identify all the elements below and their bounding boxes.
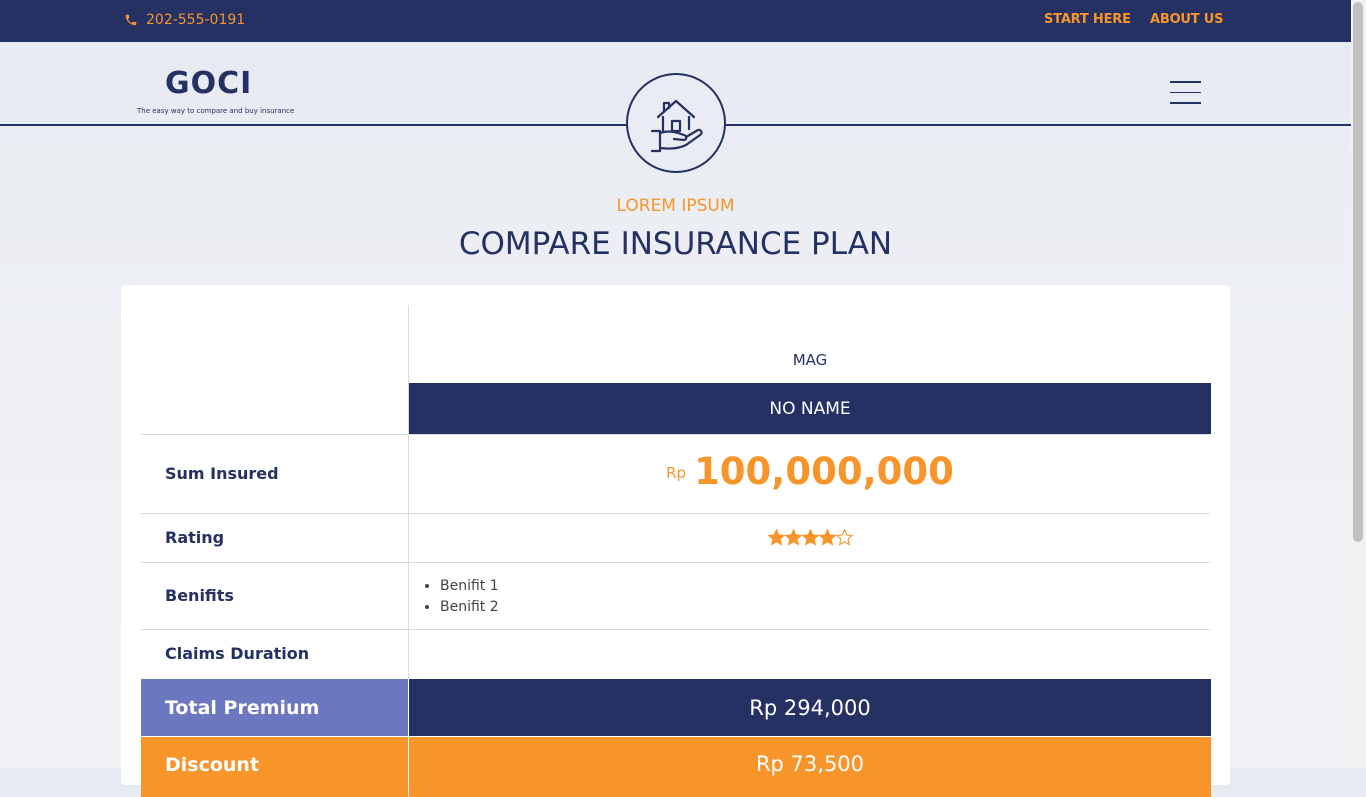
- page-title: COMPARE INSURANCE PLAN: [458, 226, 893, 262]
- discount-value: Rp 73,500: [409, 737, 1211, 797]
- star-empty-icon: [835, 529, 853, 546]
- star-filled-icon: [784, 529, 802, 546]
- discount-label: Discount: [141, 737, 408, 797]
- start-here-link[interactable]: START HERE: [1044, 12, 1131, 27]
- benefits-list: Benifit 1 Benifit 2: [420, 576, 499, 618]
- star-filled-icon: [801, 529, 819, 546]
- benefit-item: Benifit 2: [440, 597, 499, 618]
- total-premium-value: Rp 294,000: [409, 679, 1211, 736]
- benefits-label: Benifits: [165, 586, 234, 605]
- currency-label: Rp: [666, 464, 687, 482]
- phone-contact[interactable]: 202-555-0191: [124, 12, 245, 28]
- star-filled-icon: [818, 529, 836, 546]
- about-us-link[interactable]: ABOUT US: [1150, 12, 1223, 27]
- row-divider: [141, 513, 1210, 514]
- provider-name: MAG: [792, 351, 828, 369]
- row-divider: [141, 434, 1210, 435]
- house-in-hand-emblem: [626, 73, 726, 173]
- total-premium-label: Total Premium: [141, 679, 408, 736]
- section-eyebrow: LOREM IPSUM: [616, 196, 735, 216]
- page-scrollbar-thumb[interactable]: [1353, 2, 1363, 542]
- logo[interactable]: GOCI The easy way to compare and buy ins…: [137, 66, 295, 116]
- phone-icon: [125, 14, 137, 26]
- house-in-hand-icon: [650, 99, 703, 153]
- menu-icon: [1170, 81, 1201, 104]
- rating-label: Rating: [165, 528, 225, 547]
- star-filled-icon: [767, 529, 785, 546]
- row-divider: [141, 629, 1210, 630]
- sum-insured-amount: 100,000,000: [694, 450, 954, 493]
- row-divider: [141, 562, 1210, 563]
- sum-insured-value: Rp 100,000,000: [409, 450, 1211, 493]
- sum-insured-label: Sum Insured: [165, 464, 279, 483]
- phone-number: 202-555-0191: [146, 12, 246, 28]
- logo-tagline: The easy way to compare and buy insuranc…: [137, 107, 295, 115]
- logo-name: GOCI: [165, 66, 253, 101]
- plan-header: NO NAME: [409, 383, 1211, 434]
- menu-button[interactable]: [1170, 81, 1201, 105]
- rating-stars: [409, 529, 1211, 546]
- claims-duration-label: Claims Duration: [165, 644, 310, 663]
- benefit-item: Benifit 1: [440, 576, 499, 597]
